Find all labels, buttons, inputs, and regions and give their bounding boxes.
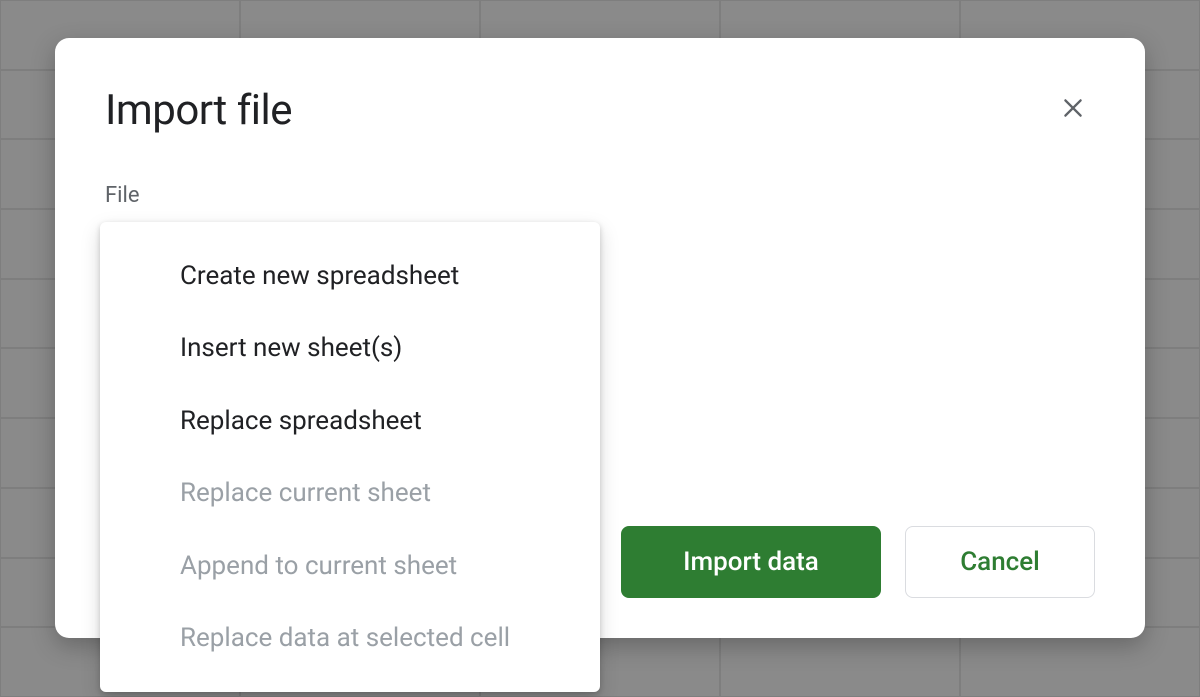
cancel-button[interactable]: Cancel — [905, 526, 1095, 598]
import-location-dropdown: Create new spreadsheet Insert new sheet(… — [100, 222, 600, 692]
dropdown-item-append-to-current-sheet: Append to current sheet — [100, 530, 600, 602]
file-section-label: File — [105, 183, 1095, 208]
dropdown-item-create-new-spreadsheet[interactable]: Create new spreadsheet — [100, 240, 600, 312]
dropdown-item-replace-current-sheet: Replace current sheet — [100, 457, 600, 529]
close-icon — [1060, 95, 1086, 121]
dropdown-item-replace-data-at-selected-cell: Replace data at selected cell — [100, 602, 600, 674]
dropdown-item-replace-spreadsheet[interactable]: Replace spreadsheet — [100, 385, 600, 457]
dialog-actions: Import data Cancel — [621, 526, 1095, 598]
close-button[interactable] — [1051, 86, 1095, 130]
dropdown-item-insert-new-sheets[interactable]: Insert new sheet(s) — [100, 312, 600, 384]
import-data-button[interactable]: Import data — [621, 526, 881, 598]
dialog-title: Import file — [105, 86, 292, 135]
